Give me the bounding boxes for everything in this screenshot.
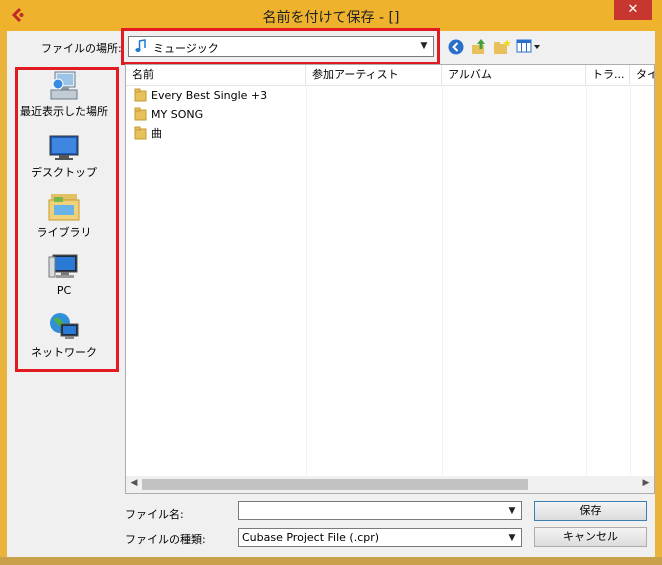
places-highlight-box	[15, 67, 119, 372]
view-menu-icon[interactable]	[516, 38, 542, 56]
window-bottom-edge	[0, 557, 662, 565]
chevron-down-icon[interactable]: ▼	[505, 504, 519, 518]
location-highlight-box	[121, 28, 440, 65]
scrollbar-thumb[interactable]	[142, 479, 528, 490]
up-folder-icon[interactable]	[470, 38, 488, 56]
window-title: 名前を付けて保存 - []	[262, 10, 400, 26]
column-album[interactable]: アルバム	[442, 65, 586, 85]
filename-input[interactable]: ▼	[238, 501, 522, 520]
filetype-value: Cubase Project File (.cpr)	[242, 531, 380, 544]
horizontal-scrollbar[interactable]: ◀ ▶	[126, 476, 654, 493]
column-divider	[586, 85, 587, 475]
filetype-dropdown[interactable]: Cubase Project File (.cpr) ▼	[238, 528, 522, 547]
scroll-right-icon[interactable]: ▶	[639, 478, 653, 488]
file-row[interactable]: Every Best Single +3	[134, 87, 267, 105]
column-divider	[630, 85, 631, 475]
column-title[interactable]: タイ	[630, 65, 654, 85]
chevron-down-icon[interactable]: ▼	[505, 531, 519, 545]
title-bar: 名前を付けて保存 - [] ✕	[0, 0, 662, 31]
file-name: Every Best Single +3	[151, 89, 268, 102]
column-track[interactable]: トラ...	[586, 65, 630, 85]
file-row[interactable]: 曲	[134, 125, 162, 143]
file-name: MY SONG	[151, 108, 204, 121]
location-label: ファイルの場所:	[41, 42, 122, 55]
column-artist[interactable]: 参加アーティスト	[306, 65, 442, 85]
new-folder-icon[interactable]	[493, 38, 511, 56]
folder-icon	[134, 126, 147, 140]
save-button[interactable]: 保存	[534, 501, 647, 521]
close-button[interactable]: ✕	[614, 0, 652, 20]
folder-icon	[134, 107, 147, 121]
folder-icon	[134, 88, 147, 102]
filename-label: ファイル名:	[125, 508, 184, 521]
back-icon[interactable]	[447, 38, 465, 56]
filetype-label: ファイルの種類:	[125, 533, 206, 546]
column-divider	[442, 85, 443, 475]
cancel-button[interactable]: キャンセル	[534, 527, 647, 547]
file-name: 曲	[151, 127, 162, 140]
column-name[interactable]: 名前	[126, 65, 306, 85]
dialog-body: ファイルの場所: ミュージック ▼ 最近表示した場所 デスクトップ ライブラリ …	[7, 28, 655, 557]
scroll-left-icon[interactable]: ◀	[127, 478, 141, 488]
file-list[interactable]: 名前 参加アーティスト アルバム トラ... タイ Every Best Sin…	[125, 64, 655, 494]
column-header-row: 名前 参加アーティスト アルバム トラ... タイ	[126, 65, 654, 86]
file-row[interactable]: MY SONG	[134, 106, 203, 124]
column-divider	[306, 85, 307, 475]
